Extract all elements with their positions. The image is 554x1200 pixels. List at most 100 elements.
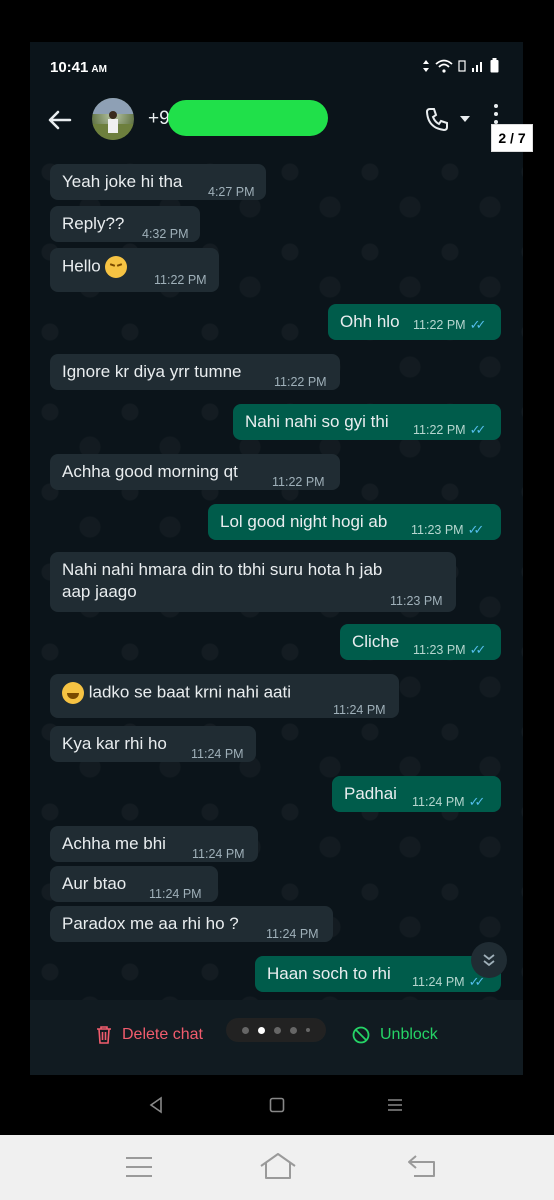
message-outgoing[interactable]: Lol good night hogi ab 11:23 PM ✓✓	[208, 504, 501, 540]
trash-icon	[97, 1026, 111, 1044]
read-ticks-icon: ✓✓	[469, 642, 487, 657]
message-text: Hello	[62, 256, 128, 278]
message-text: Nahi nahi hmara din to tbhi suru hota h …	[62, 560, 383, 579]
android-nav-bar	[0, 1078, 554, 1133]
message-time: 11:24 PM ✓✓	[412, 974, 486, 989]
message-text: Reply??	[62, 214, 125, 233]
status-icons	[422, 58, 499, 73]
wifi-icon	[435, 59, 453, 73]
back-arrow-icon[interactable]	[46, 106, 74, 134]
read-ticks-icon: ✓✓	[467, 522, 485, 537]
read-ticks-icon: ✓✓	[469, 317, 487, 332]
block-icon	[352, 1026, 370, 1044]
page-dot	[274, 1026, 281, 1034]
delete-chat-button[interactable]: Delete chat	[96, 1026, 203, 1044]
back-nav-icon[interactable]	[148, 1096, 164, 1114]
page-dot-active	[258, 1026, 265, 1034]
message-time: 4:27 PM	[208, 185, 255, 199]
message-time: 11:24 PM	[266, 927, 319, 941]
delete-chat-label: Delete chat	[122, 1026, 203, 1043]
read-ticks-icon: ✓✓	[469, 422, 487, 437]
message-time: 4:32 PM	[142, 227, 189, 241]
message-text: Kya kar rhi ho	[62, 734, 167, 753]
outer-nav-bar	[0, 1135, 554, 1200]
message-time: 11:24 PM	[191, 747, 244, 761]
page-dot	[290, 1026, 297, 1034]
scroll-to-bottom-icon[interactable]	[471, 942, 507, 978]
message-text: Yeah joke hi tha	[62, 172, 183, 191]
page-dot	[242, 1026, 249, 1034]
volte-icon	[458, 59, 466, 72]
message-text: Nahi nahi so gyi thi	[245, 412, 389, 431]
message-time: 11:23 PM ✓✓	[413, 642, 487, 657]
message-text: ladko se baat krni nahi aati	[62, 682, 291, 704]
recents-nav-icon[interactable]	[387, 1098, 403, 1112]
message-incoming[interactable]: Paradox me aa rhi ho ? 11:24 PM	[50, 906, 333, 942]
message-time: 11:24 PM ✓✓	[412, 794, 485, 809]
message-outgoing[interactable]: Haan soch to rhi 11:24 PM ✓✓	[255, 956, 501, 992]
message-outgoing[interactable]: Nahi nahi so gyi thi 11:22 PM ✓✓	[233, 404, 501, 440]
message-time: 11:24 PM	[333, 703, 386, 717]
message-time: 11:23 PM ✓✓	[411, 522, 485, 537]
message-incoming[interactable]: Reply?? 4:32 PM	[50, 206, 200, 242]
message-time: 11:22 PM ✓✓	[413, 317, 487, 332]
battery-icon	[490, 58, 499, 73]
message-time: 11:22 PM	[154, 273, 207, 287]
message-text-line2: aap jaago	[62, 582, 137, 601]
more-options-icon[interactable]	[494, 104, 498, 124]
message-text: Padhai	[344, 784, 397, 803]
read-ticks-icon: ✓✓	[468, 974, 486, 989]
status-time: 10:41 AM	[50, 59, 107, 76]
angry-face-emoji-icon	[105, 256, 128, 278]
message-incoming[interactable]: Nahi nahi hmara din to tbhi suru hota h …	[50, 552, 456, 612]
message-incoming[interactable]: Hello 11:22 PM	[50, 248, 219, 292]
redaction-mark	[168, 100, 328, 136]
message-text: Ohh hlo	[340, 312, 400, 331]
message-time: 11:24 PM	[149, 887, 202, 901]
home-outline-icon[interactable]	[258, 1151, 298, 1181]
message-text: Aur btao	[62, 874, 127, 893]
message-incoming[interactable]: Kya kar rhi ho 11:24 PM	[50, 726, 256, 762]
signal-icon	[472, 61, 482, 72]
back-outline-icon[interactable]	[406, 1153, 438, 1179]
message-time: 11:24 PM	[192, 847, 245, 861]
message-time: 11:22 PM	[272, 475, 325, 489]
message-incoming[interactable]: Aur btao 11:24 PM	[50, 866, 218, 902]
message-text: Ignore kr diya yrr tumne	[62, 362, 242, 381]
message-incoming[interactable]: Achha good morning qt 11:22 PM	[50, 454, 340, 490]
page-dot	[306, 1028, 310, 1032]
message-outgoing[interactable]: Ohh hlo 11:22 PM ✓✓	[328, 304, 501, 340]
message-incoming[interactable]: Achha me bhi 11:24 PM	[50, 826, 258, 862]
unblock-button[interactable]: Unblock	[352, 1026, 438, 1044]
phone-screen: 10:41 AM +9 Yeah joke hi tha 4:27 PM Repl…	[30, 42, 523, 1075]
message-time: 11:22 PM ✓✓	[413, 422, 487, 437]
message-incoming[interactable]: ladko se baat krni nahi aati 11:24 PM	[50, 674, 399, 718]
menu-nav-icon[interactable]	[124, 1155, 154, 1179]
message-text: Achha me bhi	[62, 834, 166, 853]
chat-area[interactable]: Yeah joke hi tha 4:27 PM Reply?? 4:32 PM…	[30, 152, 523, 1002]
message-text: Cliche	[352, 632, 400, 651]
message-incoming[interactable]: Ignore kr diya yrr tumne 11:22 PM	[50, 354, 340, 390]
page-counter: 2 / 7	[491, 124, 533, 152]
status-bar: 10:41 AM	[30, 42, 523, 92]
message-text: Paradox me aa rhi ho ?	[62, 914, 239, 933]
grinning-sweat-emoji-icon	[62, 682, 84, 704]
message-outgoing[interactable]: Padhai 11:24 PM ✓✓	[332, 776, 501, 812]
message-incoming[interactable]: Yeah joke hi tha 4:27 PM	[50, 164, 266, 200]
message-text: Haan soch to rhi	[267, 964, 391, 983]
unblock-label: Unblock	[380, 1026, 438, 1043]
contact-name[interactable]: +9	[148, 108, 170, 130]
contact-avatar[interactable]	[92, 98, 134, 140]
status-ampm: AM	[91, 64, 107, 75]
message-text: Achha good morning qt	[62, 462, 238, 481]
call-dropdown-icon[interactable]	[460, 116, 470, 122]
chat-header: +9	[30, 92, 523, 152]
page-indicator	[226, 1018, 326, 1042]
message-text: Lol good night hogi ab	[220, 512, 388, 531]
data-arrows-icon	[423, 59, 429, 72]
phone-call-icon[interactable]	[424, 106, 450, 132]
message-time: 11:22 PM	[274, 375, 327, 389]
home-nav-icon[interactable]	[269, 1097, 285, 1113]
chat-action-bar: Delete chat Unblock	[30, 1000, 523, 1075]
message-outgoing[interactable]: Cliche 11:23 PM ✓✓	[340, 624, 501, 660]
